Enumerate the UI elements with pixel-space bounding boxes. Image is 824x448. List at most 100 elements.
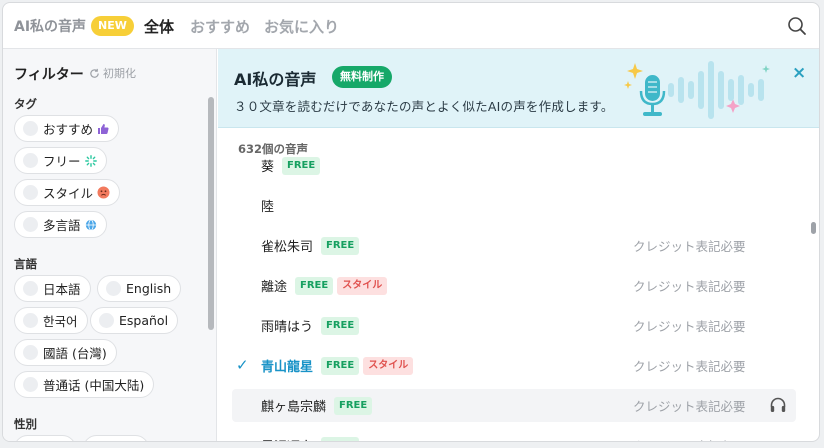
radio-icon (99, 313, 114, 328)
tag-section-label: タグ (14, 97, 37, 111)
voice-row[interactable]: 麒ヶ島宗麟 FREE クレジット表記必要 (232, 389, 796, 422)
banner-description: ３０文章を読むだけであなたの声とよく似たAIの声を作成します。 (234, 99, 614, 114)
filter-title: フィルター (14, 67, 84, 83)
voice-tags: FREE スタイル (321, 356, 414, 375)
new-badge: NEW (91, 16, 134, 36)
free-tag: FREE (321, 436, 360, 441)
search-icon[interactable] (787, 16, 807, 36)
style-tag: スタイル (363, 356, 414, 375)
language-chip-spanish[interactable]: Español (90, 307, 179, 334)
credit-required-label: クレジット表記必要 (633, 319, 746, 334)
chip-label: 普通话 (中国大陆) (43, 378, 145, 393)
free-tag: FREE (321, 316, 360, 335)
voice-row[interactable]: 雀松朱司 FREE クレジット表記必要 (232, 229, 796, 262)
voice-name: 離途 (261, 280, 288, 295)
radio-icon (23, 217, 38, 232)
credit-required-label: クレジット表記必要 (633, 279, 746, 294)
gender-chip[interactable] (83, 435, 149, 441)
reset-button[interactable]: 初期化 (89, 65, 136, 81)
voice-tags: FREE (321, 236, 360, 255)
chip-label: Español (119, 313, 169, 328)
credit-required-label: クレジット表記必要 (633, 436, 746, 441)
language-chip-mainland[interactable]: 普通话 (中国大陆) (14, 371, 155, 398)
radio-icon (23, 313, 38, 328)
microphone-wave-icon (624, 61, 770, 119)
radio-icon (106, 281, 121, 296)
free-tag: FREE (334, 396, 373, 415)
language-section-label: 言語 (14, 257, 37, 271)
voice-name: 青山龍星 (261, 360, 314, 375)
voice-tags: FREE (282, 156, 321, 175)
thumbs-up-icon (97, 123, 109, 135)
checkmark-icon: ✓ (236, 356, 249, 374)
credit-required-label: クレジット表記必要 (633, 359, 746, 374)
voice-row[interactable]: 雨晴はう FREE クレジット表記必要 (232, 309, 796, 342)
voice-name: 黒沢冴白 (261, 436, 313, 441)
voice-tags: FREE (334, 396, 373, 415)
voice-name: 陸 (261, 200, 275, 215)
sparkle-icon (84, 154, 97, 167)
tab-recommended[interactable]: おすすめ (190, 16, 250, 37)
brand-tab[interactable]: AI私の音声 (14, 16, 86, 36)
radio-icon (23, 345, 38, 360)
chip-label: スタイル (43, 186, 94, 201)
radio-icon (23, 121, 38, 136)
radio-icon (23, 153, 38, 168)
voice-row[interactable]: 離途 FREE スタイル クレジット表記必要 (232, 269, 796, 302)
voice-row[interactable]: ✓ 青山龍星 FREE スタイル クレジット表記必要 (232, 349, 796, 382)
top-bar: AI私の音声 NEW 全体 おすすめ お気に入り (3, 3, 819, 49)
tab-all[interactable]: 全体 (144, 16, 174, 37)
voice-row[interactable]: 葵 FREE (232, 155, 796, 182)
tag-chip-free[interactable]: フリー (14, 147, 107, 174)
chip-label: フリー (43, 154, 81, 169)
style-tag: スタイル (337, 276, 388, 295)
radio-icon (23, 377, 38, 392)
credit-required-label: クレジット表記必要 (633, 239, 746, 254)
headphones-icon[interactable] (769, 396, 787, 418)
face-icon (97, 186, 110, 199)
chip-label: 多言語 (43, 218, 81, 233)
reset-label: 初期化 (103, 67, 136, 80)
promo-banner[interactable]: AI私の音声 無料制作 ３０文章を読むだけであなたの声とよく似たAIの声を作成し… (218, 49, 819, 128)
voice-list-panel: AI私の音声 無料制作 ３０文章を読むだけであなたの声とよく似たAIの声を作成し… (218, 49, 819, 441)
chip-label: 日本語 (43, 282, 81, 297)
voice-row[interactable]: 黒沢冴白 FREE クレジット表記必要 (232, 429, 796, 441)
globe-icon (85, 218, 97, 231)
close-icon[interactable]: × (792, 63, 806, 83)
chip-label: おすすめ (43, 122, 94, 137)
credit-required-label: クレジット表記必要 (633, 399, 746, 414)
free-creation-badge: 無料制作 (332, 66, 392, 88)
chip-label: 한국어 (43, 314, 78, 329)
voice-tags: FREE スタイル (295, 276, 388, 295)
language-chip-english[interactable]: English (97, 275, 182, 302)
free-tag: FREE (295, 276, 334, 295)
radio-icon (23, 185, 38, 200)
chip-label: English (126, 281, 172, 296)
language-chip-korean[interactable]: 한국어 (14, 307, 88, 334)
tag-chip-multilingual[interactable]: 多言語 (14, 211, 107, 238)
tag-chip-recommended[interactable]: おすすめ (14, 115, 120, 142)
sidebar-scrollbar[interactable] (208, 97, 214, 330)
language-chip-taiwan[interactable]: 國語 (台灣) (14, 339, 117, 366)
gender-chip[interactable] (14, 435, 76, 441)
gender-section-label: 性別 (14, 417, 37, 431)
voice-list: 葵 FREE 陸雀松朱司 FREE クレジット表記必要 離途 FREE スタイル クレジット表記… (218, 155, 819, 441)
radio-icon (23, 281, 38, 296)
tag-chip-style[interactable]: スタイル (14, 179, 121, 206)
chip-label: 國語 (台灣) (43, 346, 107, 361)
language-chip-japanese[interactable]: 日本語 (14, 275, 91, 302)
voice-name: 葵 (261, 160, 275, 175)
free-tag: FREE (321, 236, 360, 255)
free-tag: FREE (321, 356, 360, 375)
voice-name: 麒ヶ島宗麟 (261, 400, 327, 415)
tab-favorites[interactable]: お気に入り (264, 16, 339, 37)
voice-tags: FREE (321, 436, 360, 441)
refresh-icon (90, 68, 99, 78)
free-tag: FREE (282, 156, 321, 175)
filter-sidebar: フィルター 初期化 タグ おすすめ フリー スタイル 多言語 言語 日本語 En… (3, 49, 217, 441)
banner-title: AI私の音声 (234, 70, 317, 89)
voice-name: 雨晴はう (261, 320, 314, 335)
voice-row[interactable]: 陸 (232, 189, 796, 222)
voice-tags: FREE (321, 316, 360, 335)
list-scrollbar[interactable] (811, 222, 816, 234)
